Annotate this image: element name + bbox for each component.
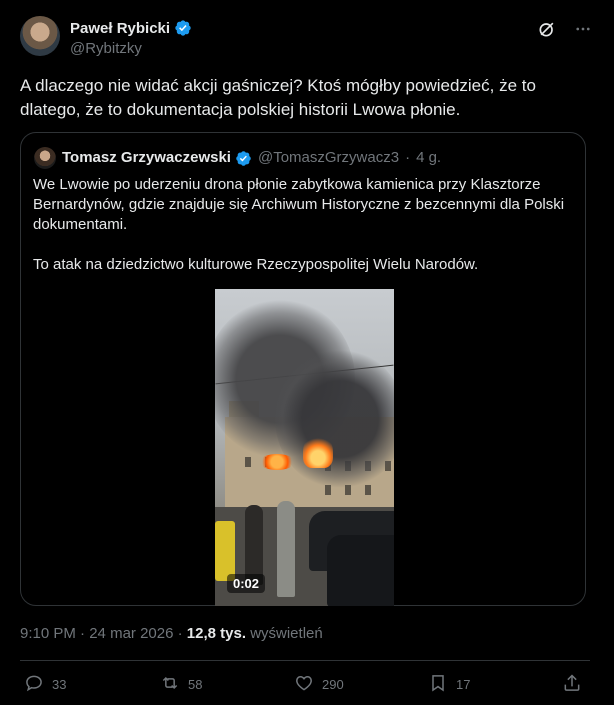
- share-button[interactable]: [562, 673, 582, 696]
- views-label: wyświetleń: [250, 625, 323, 642]
- video-scene-person: [245, 505, 263, 585]
- more-icon[interactable]: [572, 18, 594, 40]
- repost-count: 58: [188, 677, 203, 692]
- quoted-paragraph: We Lwowie po uderzeniu drona płonie zaby…: [33, 176, 565, 233]
- grok-icon[interactable]: [536, 18, 558, 40]
- tweet-time[interactable]: 9:10 PM: [20, 625, 76, 642]
- like-button[interactable]: 290: [294, 673, 344, 696]
- author-handle[interactable]: @Rybitzky: [70, 40, 142, 57]
- tweet-meta: 9:10 PM · 24 mar 2026 · 12,8 tys. wyświe…: [20, 625, 323, 642]
- quoted-tweet-header: Tomasz Grzywaczewski @TomaszGrzywacz3 · …: [62, 149, 441, 167]
- verified-badge-icon: [174, 19, 192, 37]
- quoted-meta-separator: ·: [405, 149, 411, 167]
- quoted-author-display-name[interactable]: Tomasz Grzywaczewski: [62, 149, 231, 166]
- like-icon: [294, 673, 314, 696]
- quoted-author-handle[interactable]: @TomaszGrzywacz3: [258, 149, 399, 166]
- reply-icon: [24, 673, 44, 696]
- author-avatar[interactable]: [20, 16, 60, 56]
- author-display-name[interactable]: Paweł Rybicki: [70, 20, 170, 37]
- tweet: Paweł Rybicki @Rybitzky A dlaczego nie w…: [0, 0, 614, 705]
- share-icon: [562, 673, 582, 696]
- like-count: 290: [322, 677, 344, 692]
- verified-badge-icon: [235, 149, 252, 167]
- author-name-row: Paweł Rybicki: [70, 19, 192, 37]
- video-scene-fire: [303, 434, 333, 468]
- tweet-top-actions: [536, 18, 594, 40]
- quoted-video[interactable]: 0:02: [215, 289, 394, 606]
- quoted-tweet[interactable]: Tomasz Grzywaczewski @TomaszGrzywacz3 · …: [20, 132, 586, 606]
- video-duration-badge: 0:02: [227, 574, 266, 593]
- quoted-time-ago[interactable]: 4 g.: [416, 149, 441, 166]
- reply-count: 33: [52, 677, 67, 692]
- video-scene-person: [277, 501, 295, 597]
- tweet-text: A dlaczego nie widać akcji gaśniczej? Kt…: [20, 76, 536, 119]
- video-scene-fire: [259, 454, 295, 470]
- video-scene-smoke: [275, 349, 394, 489]
- bookmark-count: 17: [456, 677, 471, 692]
- divider: [20, 660, 590, 661]
- repost-icon: [160, 673, 180, 696]
- repost-button[interactable]: 58: [160, 673, 202, 696]
- meta-separator: ·: [80, 625, 86, 642]
- reply-button[interactable]: 33: [24, 673, 66, 696]
- quoted-author-avatar[interactable]: [34, 147, 56, 169]
- bookmark-button[interactable]: 17: [428, 673, 470, 696]
- tweet-date[interactable]: 24 mar 2026: [89, 625, 173, 642]
- quoted-paragraph: To atak na dziedzictwo kulturowe Rzeczyp…: [33, 256, 479, 273]
- video-scene-bin: [215, 521, 235, 581]
- bookmark-icon: [428, 673, 448, 696]
- quoted-tweet-text: We Lwowie po uderzeniu drona płonie zaby…: [33, 175, 573, 275]
- video-scene-car: [327, 535, 394, 606]
- views-count: 12,8 tys.: [186, 625, 247, 642]
- meta-separator: ·: [177, 625, 183, 642]
- tweet-action-bar: 33 58 290 17: [20, 673, 590, 699]
